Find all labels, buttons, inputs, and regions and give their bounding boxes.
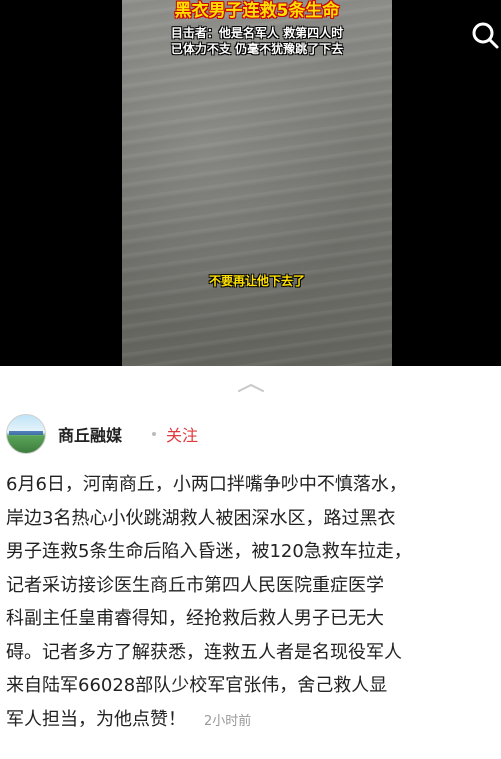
author-name[interactable]: 商丘融媒 [58, 422, 122, 446]
post-body: 6月6日，河南商丘，小两口拌嘴争吵中不慎落水， 岸边3名热心小伙跳湖救人被困深水… [6, 468, 498, 738]
post-time: 2小时前 [204, 713, 252, 729]
collapse-handle[interactable] [236, 378, 266, 392]
video-title: 黑衣男子连救5条生命 [174, 1, 340, 21]
post-line: 6月6日，河南商丘，小两口拌嘴争吵中不慎落水， [6, 474, 407, 495]
video-subtitle-line1: 目击者：他是名军人 救第四人时 [170, 26, 344, 40]
author-row: 商丘融媒 关注 [6, 414, 486, 454]
search-button[interactable] [470, 20, 500, 50]
avatar-logo-band [9, 431, 43, 435]
separator-dot [152, 432, 156, 436]
post-last-line: 军人担当，为他点赞！ 2小时前 [6, 703, 498, 739]
video-frame[interactable]: 黑衣男子连救5条生命 目击者：他是名军人 救第四人时 已体力不支 仍毫不犹豫跳了… [122, 0, 392, 366]
post-line: 碍。记者多方了解获悉，连救五人者是名现役军人 [6, 641, 402, 663]
chevron-up-icon [238, 383, 264, 392]
post-line: 军人担当，为他点赞！ [6, 708, 186, 730]
post-sheet: 商丘融媒 关注 6月6日，河南商丘，小两口拌嘴争吵中不慎落水， 岸边3名热心小伙… [0, 366, 501, 759]
post-line: 记者采访接诊医生商丘市第四人民医院重症医学 [6, 574, 384, 596]
video-subtitle-line2: 已体力不支 仍毫不犹豫跳了下去 [170, 42, 344, 56]
video-player[interactable]: 黑衣男子连救5条生命 目击者：他是名军人 救第四人时 已体力不支 仍毫不犹豫跳了… [0, 0, 501, 366]
avatar[interactable] [6, 414, 46, 454]
post-line: 科副主任皇甫睿得知，经抢救后救人男子已无大 [6, 608, 384, 629]
follow-button[interactable]: 关注 [166, 422, 198, 446]
search-icon [472, 22, 499, 49]
video-caption: 不要再让他下去了 [208, 274, 305, 288]
post-line: 男子连救5条生命后陷入昏迷，被120急救车拉走， [6, 541, 412, 562]
post-line: 来自陆军66028部队少校军官张伟，舍己救人显 [6, 675, 388, 696]
post-line: 岸边3名热心小伙跳湖救人被困深水区，路过黑衣 [6, 507, 396, 529]
